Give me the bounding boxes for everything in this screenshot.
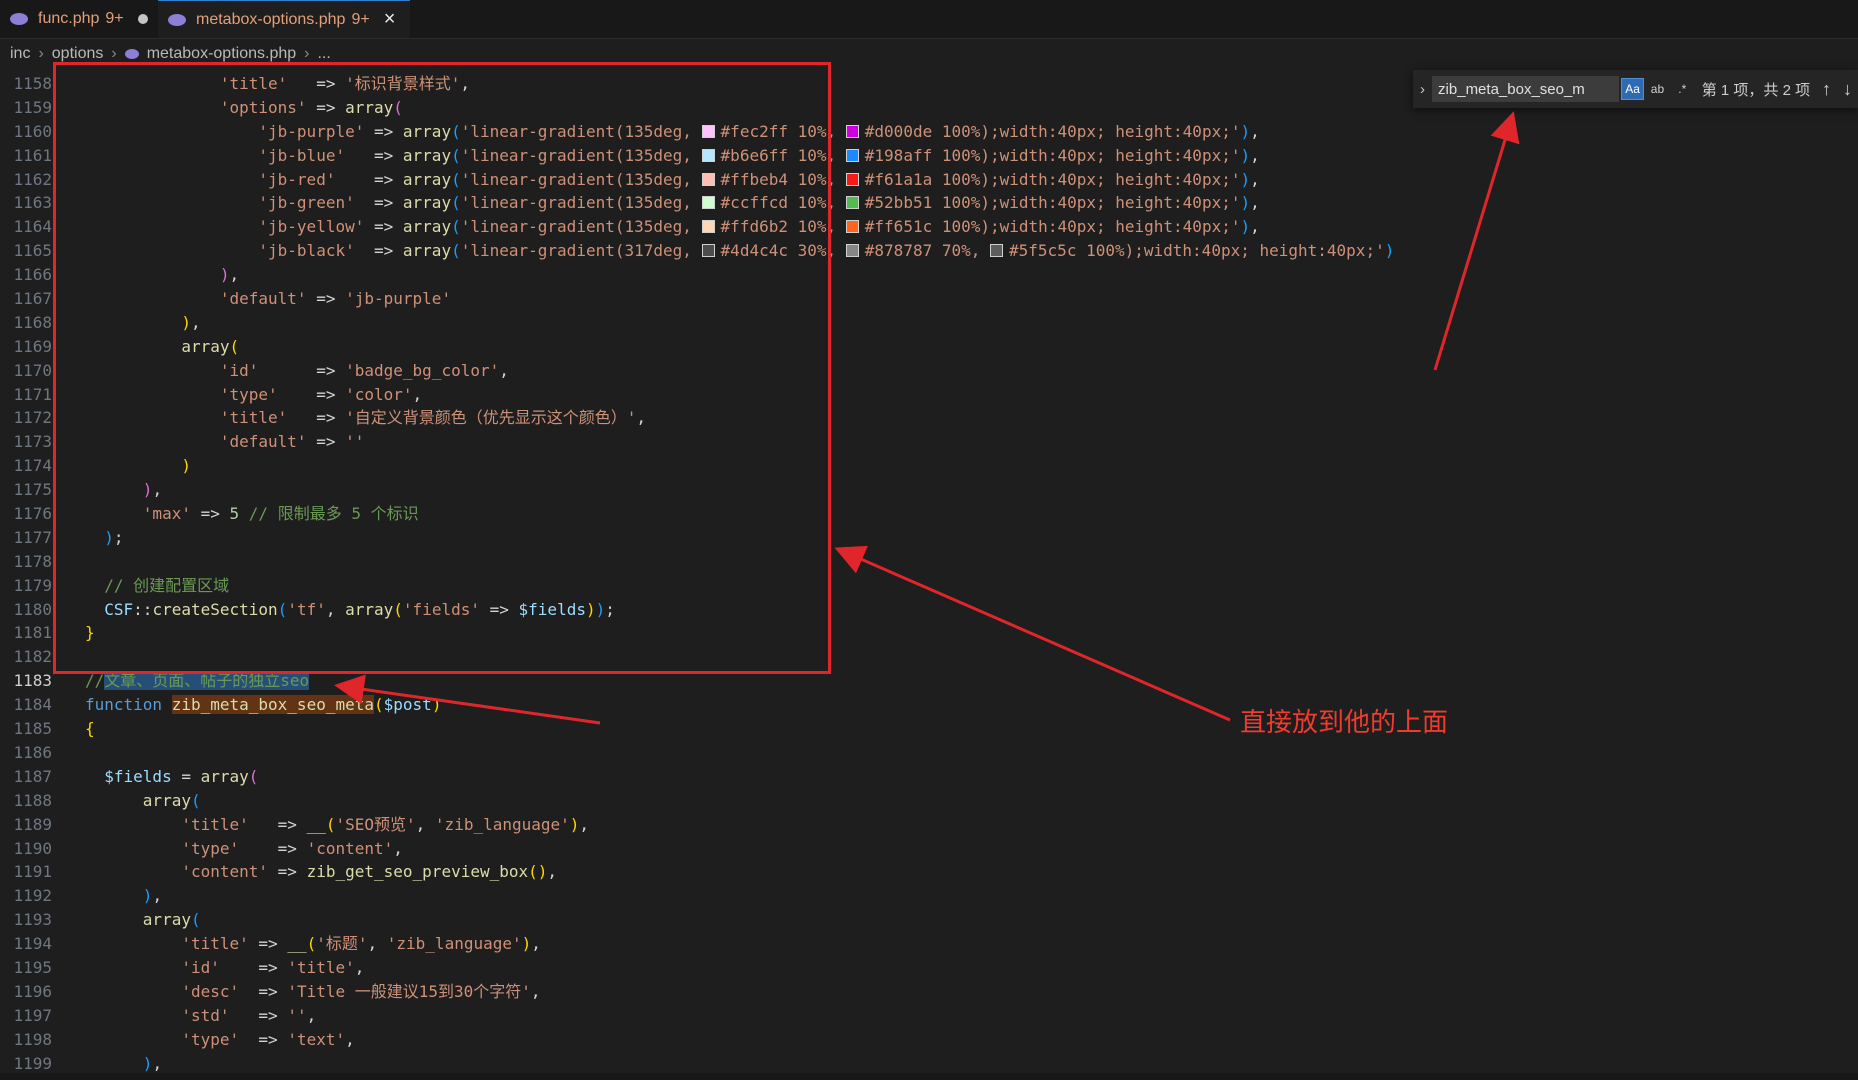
line-number: 1158 — [13, 74, 52, 93]
color-swatch[interactable] — [845, 172, 859, 186]
line-number: 1167 — [13, 289, 52, 309]
line-number: 1194 — [13, 934, 52, 954]
line-number: 1161 — [13, 145, 52, 165]
line-number: 1178 — [13, 551, 52, 571]
breadcrumb-item[interactable]: metabox-options.php — [147, 45, 296, 63]
line-number: 1175 — [13, 480, 52, 500]
code-line: { — [85, 719, 95, 739]
regex-toggle[interactable]: .* — [1671, 78, 1694, 100]
color-swatch[interactable] — [990, 244, 1004, 258]
tab-label: func.php — [38, 10, 100, 27]
chevron-right-icon: › — [304, 45, 310, 62]
color-swatch[interactable] — [845, 148, 859, 162]
line-number: 1186 — [13, 742, 52, 762]
line-number: 1198 — [13, 1029, 52, 1049]
arrow-down-icon[interactable]: ↓ — [1837, 79, 1858, 100]
code-line: 'type' => 'content', — [181, 838, 403, 858]
annotation-text: 直接放到他的上面 — [1240, 707, 1449, 737]
line-number: 1163 — [13, 193, 52, 213]
breadcrumb-item[interactable]: options — [52, 45, 104, 63]
code-line: 'desc' => 'Title 一般建议15到30个字符', — [181, 981, 541, 1001]
line-number: 1170 — [13, 360, 52, 380]
line-number: 1196 — [13, 981, 52, 1001]
php-elephant-icon — [168, 13, 186, 26]
whole-word-toggle[interactable]: ab — [1646, 78, 1669, 100]
code-line: $fields = array( — [104, 766, 259, 786]
code-line: array( — [142, 790, 201, 810]
line-number: 1182 — [13, 647, 52, 667]
line-number: 1195 — [13, 957, 52, 977]
line-number: 1191 — [13, 862, 52, 882]
php-elephant-icon — [10, 13, 28, 25]
line-number: 1179 — [13, 575, 52, 595]
breadcrumb-item[interactable]: ... — [317, 45, 330, 63]
line-number: 1193 — [13, 910, 52, 930]
code-line: array( — [142, 910, 201, 930]
chevron-right-icon: › — [111, 45, 117, 62]
find-input[interactable]: zib_meta_box_seo_m — [1432, 76, 1620, 102]
match-count: 第 1 项，共 2 项 — [1701, 81, 1811, 99]
line-number: 1181 — [13, 623, 52, 643]
line-number: 1169 — [13, 336, 52, 356]
line-number: 1166 — [13, 265, 52, 285]
line-number: 1180 — [13, 599, 52, 619]
chevron-right-icon[interactable]: › — [1413, 81, 1432, 98]
code-line: function zib_meta_box_seo_meta($post) — [85, 695, 442, 715]
color-swatch[interactable] — [845, 244, 859, 258]
color-swatch[interactable] — [845, 220, 859, 234]
line-number: 1174 — [13, 456, 52, 476]
line-number: 1183 — [13, 671, 52, 691]
line-number: 1177 — [13, 527, 52, 547]
line-number: 1159 — [13, 97, 52, 117]
line-number: 1171 — [13, 384, 52, 404]
line-number: 1165 — [13, 241, 52, 261]
find-widget: › zib_meta_box_seo_m Aa ab .* 第 1 项，共 2 … — [1413, 70, 1858, 108]
tab-bar: func.php 9+ metabox-options.php 9+ × — [0, 0, 1858, 39]
breadcrumb-item[interactable]: inc — [10, 45, 30, 63]
line-number: 1197 — [13, 1005, 52, 1025]
tab-label: metabox-options.php — [196, 10, 346, 28]
line-number: 1176 — [13, 504, 52, 524]
line-number: 1172 — [13, 408, 52, 428]
code-line: 'title' => __('SEO预览', 'zib_language'), — [181, 814, 590, 834]
problem-count-badge: 9+ — [351, 10, 370, 28]
line-number: 1185 — [13, 719, 52, 739]
status-bar — [0, 1073, 1858, 1080]
color-swatch[interactable] — [845, 196, 859, 210]
line-number: 1190 — [13, 838, 52, 858]
code-line: 'type' => 'text', — [181, 1029, 355, 1049]
line-number: 1189 — [13, 814, 52, 834]
code-line: 'content' => zib_get_seo_preview_box(), — [181, 862, 558, 882]
selected-text: 文章、页面、帖子的独立seo — [104, 671, 310, 691]
match-case-toggle[interactable]: Aa — [1621, 78, 1645, 100]
tab-metabox-options-php[interactable]: metabox-options.php 9+ × — [158, 0, 410, 38]
problem-count-badge: 9+ — [105, 10, 124, 27]
code-line: ), — [142, 886, 163, 906]
line-number: 1192 — [13, 886, 52, 906]
find-match-highlight: zib_meta_box_seo_meta — [171, 695, 374, 715]
php-elephant-icon — [124, 49, 139, 59]
line-number: 1184 — [13, 695, 52, 715]
line-number: 1162 — [13, 169, 52, 189]
arrow-up-icon[interactable]: ↑ — [1816, 79, 1837, 100]
color-swatch[interactable] — [845, 124, 859, 138]
line-number: 1187 — [13, 766, 52, 786]
code-line: 'id' => 'title', — [181, 957, 365, 977]
annotation-box — [53, 62, 831, 674]
code-line: 'title' => __('标题', 'zib_language'), — [181, 934, 541, 954]
unsaved-dot-icon[interactable] — [137, 14, 148, 24]
tab-func-php[interactable]: func.php 9+ — [0, 0, 158, 38]
code-line: ), — [142, 1053, 163, 1073]
code-line: 'std' => '', — [181, 1005, 317, 1025]
chevron-right-icon: › — [38, 45, 44, 62]
line-number: 1199 — [13, 1053, 52, 1073]
line-number: 1173 — [13, 432, 52, 452]
line-number: 1164 — [13, 217, 52, 237]
line-number: 1188 — [13, 790, 52, 810]
line-number: 1168 — [13, 312, 52, 332]
line-number: 1160 — [13, 121, 52, 141]
close-icon[interactable]: × — [384, 8, 396, 31]
line-number-gutter: 1158 1159 1160 1161 1162 1163 1164 1165 1166 1167… — [0, 72, 60, 1075]
